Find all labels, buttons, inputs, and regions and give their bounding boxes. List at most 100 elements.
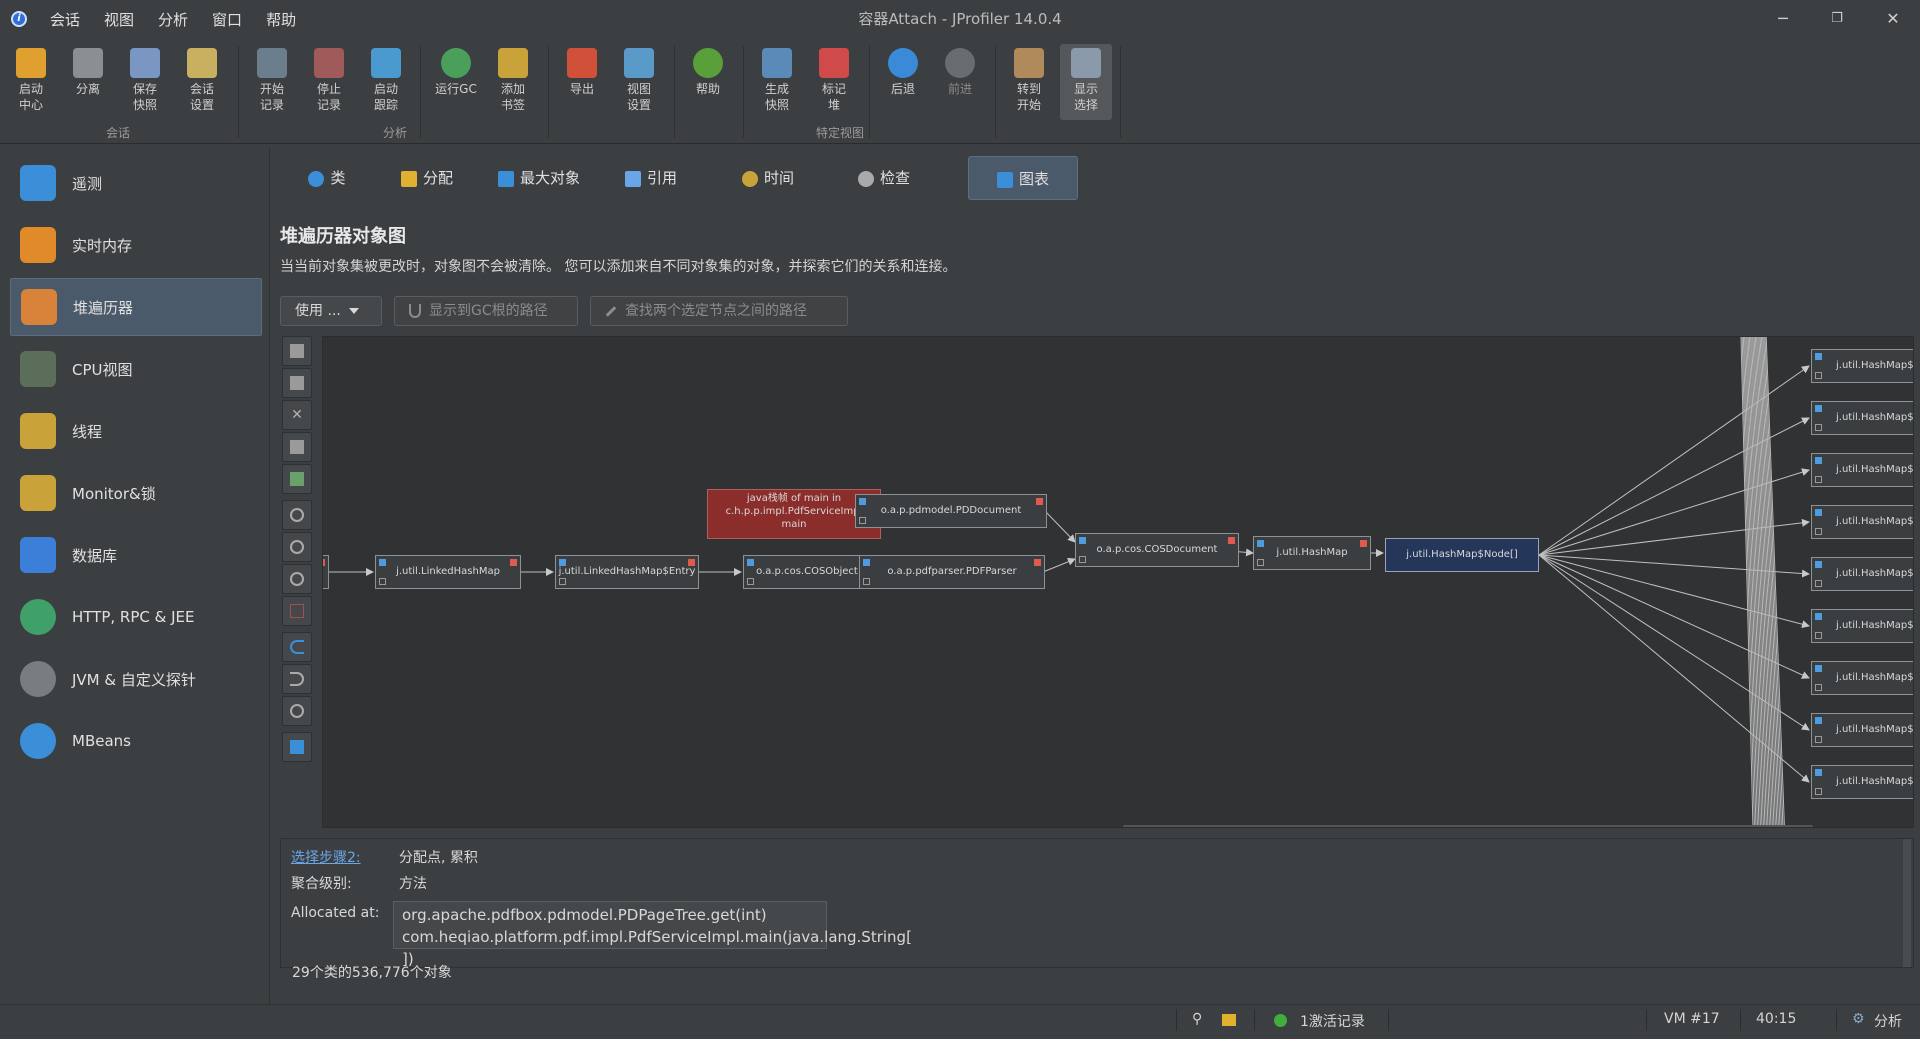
sidebar-item-live-memory[interactable]: 实时内存 [10, 216, 262, 274]
allocated-at-list[interactable]: org.apache.pdfbox.pdmodel.PDPageTree.get… [393, 901, 912, 968]
title-bar: i 会话 视图 分析 窗口 帮助 容器Attach - JProfiler 14… [0, 0, 1920, 38]
add-bookmark-button[interactable]: 添加 书签 [487, 44, 539, 120]
graph-node-hashmap-node[interactable]: j.util.HashMap$Node [1811, 765, 1913, 799]
graph-tool-button[interactable] [282, 500, 312, 530]
menu-bar: 会话 视图 分析 窗口 帮助 [40, 0, 310, 38]
menu-window[interactable]: 窗口 [202, 9, 252, 30]
expand-icon [290, 344, 304, 358]
graph-tool-button[interactable] [282, 532, 312, 562]
menu-analyze[interactable]: 分析 [148, 9, 198, 30]
pin-icon[interactable]: ⚲ [1192, 1011, 1202, 1027]
graph-node-hashmap-node[interactable]: j.util.HashMap$Node [1811, 609, 1913, 643]
active-recordings-count[interactable]: 1激活记录 [1300, 1011, 1365, 1031]
export-icon [567, 48, 597, 78]
graph-node-hashmap-node[interactable]: j.util.HashMap$Node [1811, 557, 1913, 591]
start-recording-button[interactable]: 开始 记录 [246, 44, 298, 120]
graph-node-partial[interactable] [323, 555, 329, 589]
graph-node-linkedhashmap[interactable]: j.util.LinkedHashMap [375, 555, 521, 589]
allocated-at-frame[interactable]: com.heqiao.platform.pdf.impl.PdfServiceI… [402, 926, 912, 970]
run-gc-button[interactable]: 运行GC [428, 44, 484, 120]
time-icon [741, 170, 758, 187]
threads-icon [20, 413, 56, 449]
vertical-scrollbar[interactable] [1903, 839, 1911, 967]
sidebar-item-cpu-views[interactable]: CPU视图 [10, 340, 262, 398]
minimize-button[interactable]: ─ [1756, 0, 1810, 38]
graph-tool-button[interactable] [282, 632, 312, 662]
graph-node-hashmap-node[interactable]: j.util.HashMap$Node [1811, 713, 1913, 747]
allocated-at-frame[interactable]: org.apache.pdfbox.pdmodel.PDPageTree.get… [402, 904, 818, 926]
forward-button[interactable]: 前进 [934, 44, 986, 120]
menu-view[interactable]: 视图 [94, 9, 144, 30]
tab-allocations[interactable]: 分配 [382, 156, 472, 200]
graph-node-pddocument[interactable]: o.a.p.pdmodel.PDDocument [855, 494, 1047, 528]
sidebar-item-telemetry[interactable]: 遥测 [10, 154, 262, 212]
graph-node-cosdocument[interactable]: o.a.p.cos.COSDocument [1075, 533, 1239, 567]
graph-tool-button[interactable] [282, 564, 312, 594]
show-selection-button[interactable]: 显示 选择 [1060, 44, 1112, 120]
detach-button[interactable]: 分离 [62, 44, 114, 120]
graph-node-hashmap-node[interactable]: j.util.HashMap$Node [1811, 661, 1913, 695]
sidebar-item-http-rpc-jee[interactable]: HTTP, RPC & JEE [10, 588, 262, 646]
graph-tool-button[interactable] [282, 664, 312, 694]
go-to-start-icon [1014, 48, 1044, 78]
graph-node-hashmap-node[interactable]: j.util.HashMap$Node [1811, 349, 1913, 383]
graph-node-hashmap-node[interactable]: j.util.HashMap$Node [1811, 453, 1913, 487]
find-path-button[interactable]: 查找两个选定节点之间的路径 [590, 296, 848, 326]
restore-button[interactable]: ❐ [1810, 0, 1864, 38]
sidebar-item-heap-walker[interactable]: 堆遍历器 [10, 278, 262, 336]
zoom-100-icon [290, 572, 304, 586]
graph-node-hashmap-node[interactable]: j.util.HashMap$Node [1811, 401, 1913, 435]
sidebar-item-monitors-locks[interactable]: Monitor&锁 [10, 464, 262, 522]
help-button[interactable]: 帮助 [682, 44, 734, 120]
graph-node-hashmap[interactable]: j.util.HashMap [1253, 536, 1371, 570]
graph-node-pdfparser[interactable]: o.a.p.pdfparser.PDFParser [859, 555, 1045, 589]
sidebar-item-databases[interactable]: 数据库 [10, 526, 262, 584]
graph-tool-button[interactable] [282, 464, 312, 494]
tab-time[interactable]: 时间 [718, 156, 818, 200]
go-to-start-button[interactable]: 转到 开始 [1003, 44, 1055, 120]
graph-node-hashmap-node-array[interactable]: j.util.HashMap$Node[] [1385, 538, 1539, 572]
tab-biggest-objects[interactable]: 最大对象 [484, 156, 594, 200]
menu-session[interactable]: 会话 [40, 9, 90, 30]
sidebar-item-label: 遥测 [72, 174, 103, 193]
graph-node-hashmap-node[interactable]: j.util.HashMap$Node [1811, 505, 1913, 539]
export-button[interactable]: 导出 [556, 44, 608, 120]
graph-node-cosobject[interactable]: o.a.p.cos.COSObject [743, 555, 871, 589]
close-button[interactable]: ✕ [1866, 0, 1920, 38]
graph-tool-button[interactable] [282, 432, 312, 462]
sidebar-item-jvm-probes[interactable]: JVM & 自定义探针 [10, 650, 262, 708]
graph-tool-button[interactable]: ✕ [282, 400, 312, 430]
back-button[interactable]: 后退 [877, 44, 929, 120]
show-gc-root-path-button[interactable]: 显示到GC根的路径 [394, 296, 578, 326]
stop-recording-button[interactable]: 停止 记录 [303, 44, 355, 120]
save-snapshot-button[interactable]: 保存 快照 [119, 44, 171, 120]
mark-heap-button[interactable]: 标记堆 [808, 44, 860, 120]
sidebar-item-threads[interactable]: 线程 [10, 402, 262, 460]
tab-classes[interactable]: 类 [282, 156, 372, 200]
start-tracking-button[interactable]: 启动 跟踪 [360, 44, 412, 120]
take-snapshot-button[interactable]: 生成 快照 [751, 44, 803, 120]
sidebar-item-mbeans[interactable]: MBeans [10, 712, 262, 770]
cpu-views-icon [20, 351, 56, 387]
tab-graph[interactable]: 图表 [968, 156, 1078, 200]
graph-tool-button[interactable] [282, 336, 312, 366]
graph-tool-button[interactable] [282, 596, 312, 626]
forward-icon [945, 48, 975, 78]
use-dropdown-button[interactable]: 使用 ... [280, 296, 382, 326]
session-settings-button[interactable]: 会话 设置 [176, 44, 228, 120]
menu-help[interactable]: 帮助 [256, 9, 306, 30]
zoom-in-icon [290, 508, 304, 522]
tab-references[interactable]: 引用 [606, 156, 696, 200]
object-graph-canvas[interactable]: j.util.LinkedHashMap j.util.LinkedHashMa… [322, 336, 1914, 828]
graph-node-linkedhashmap-entry[interactable]: j.util.LinkedHashMap$Entry [555, 555, 699, 589]
graph-tool-button[interactable] [282, 368, 312, 398]
view-settings-button[interactable]: 视图 设置 [613, 44, 665, 120]
graph-tool-button[interactable] [282, 732, 312, 762]
graph-tool-button[interactable] [282, 696, 312, 726]
flag-icon[interactable] [1222, 1014, 1236, 1026]
analysis-label[interactable]: 分析 [1874, 1011, 1902, 1031]
selection-step-link[interactable]: 选择步骤2: [291, 850, 361, 866]
start-center-button[interactable]: 启动 中心 [5, 44, 57, 120]
tab-inspections[interactable]: 检查 [834, 156, 934, 200]
horizontal-scrollbar[interactable] [1123, 825, 1813, 827]
